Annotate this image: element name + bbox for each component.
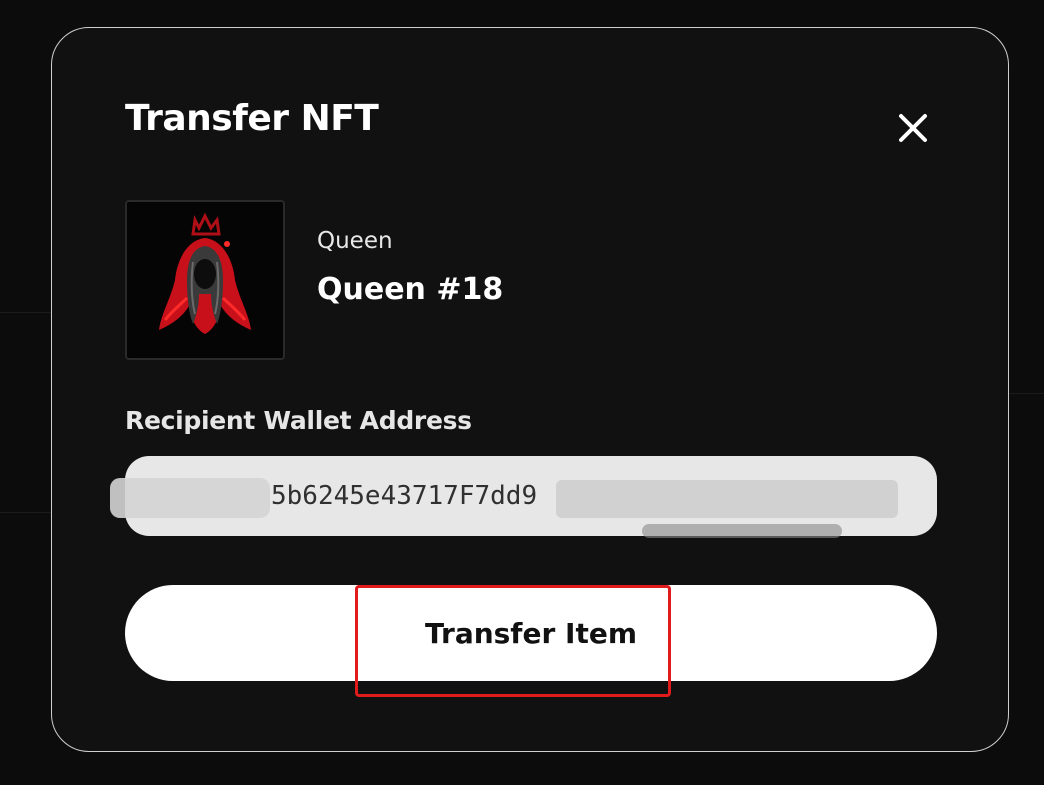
close-button[interactable] bbox=[890, 105, 936, 151]
transfer-nft-modal: Transfer NFT Queen Queen #18 Recipient W… bbox=[51, 27, 1009, 752]
modal-title: Transfer NFT bbox=[125, 98, 379, 139]
nft-item-name: Queen #18 bbox=[317, 272, 504, 307]
nft-collection-name: Queen bbox=[317, 228, 393, 254]
redaction-blur bbox=[642, 524, 842, 538]
redaction-blur bbox=[556, 480, 898, 518]
nft-summary: Queen Queen #18 bbox=[125, 200, 825, 360]
recipient-address-label: Recipient Wallet Address bbox=[125, 406, 472, 435]
nft-queen-artwork bbox=[127, 202, 283, 358]
close-icon bbox=[899, 114, 927, 142]
nft-thumbnail bbox=[125, 200, 285, 360]
redaction-blur bbox=[110, 478, 270, 518]
backdrop-divider bbox=[0, 512, 51, 513]
transfer-item-button[interactable]: Transfer Item bbox=[125, 585, 937, 681]
backdrop-divider bbox=[1009, 393, 1044, 394]
backdrop-divider bbox=[0, 312, 51, 313]
